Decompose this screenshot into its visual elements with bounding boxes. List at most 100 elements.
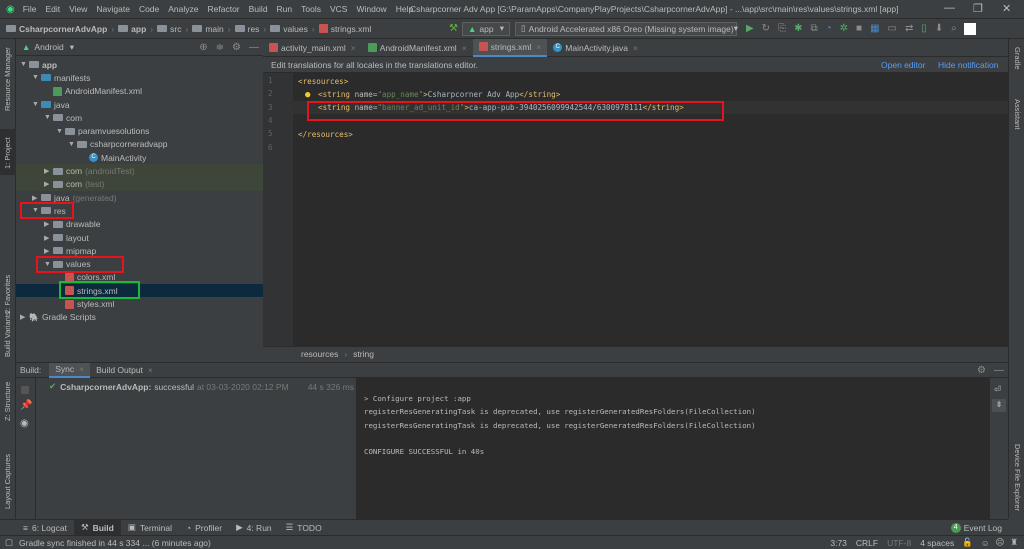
breadcrumb-item[interactable]: values xyxy=(283,24,308,34)
build-gear-icon[interactable]: ⚙ xyxy=(977,365,986,376)
tree-item[interactable]: ▼ paramvuesolutions xyxy=(16,125,263,138)
menu-edit[interactable]: Edit xyxy=(45,4,60,14)
breadcrumb-item[interactable]: app xyxy=(131,24,146,34)
hide-notification-link[interactable]: Hide notification xyxy=(938,60,998,70)
collapsed-arrow-icon[interactable]: ▶ xyxy=(44,180,53,188)
close-window-button[interactable]: ✕ xyxy=(1002,2,1011,15)
run-icon[interactable]: ▶ xyxy=(746,23,754,34)
bottom-tab-logcat[interactable]: ≡ 6: Logcat xyxy=(16,520,74,536)
gradle-tab[interactable]: Gradle xyxy=(1013,47,1022,70)
expanded-arrow-icon[interactable]: ▼ xyxy=(44,114,53,121)
bottom-tab-terminal[interactable]: ▣ Terminal xyxy=(121,520,179,536)
menu-file[interactable]: File xyxy=(23,4,37,14)
collapsed-arrow-icon[interactable]: ▶ xyxy=(20,313,29,321)
caret-position[interactable]: 3:73 xyxy=(830,538,847,548)
tree-item[interactable]: ▶ layout xyxy=(16,231,263,244)
build-hide-icon[interactable]: — xyxy=(994,365,1004,376)
menu-navigate[interactable]: Navigate xyxy=(96,4,130,14)
indent-setting[interactable]: 4 spaces xyxy=(920,538,954,548)
user-avatar[interactable] xyxy=(963,22,976,35)
menu-analyze[interactable]: Analyze xyxy=(168,4,198,14)
tree-item[interactable]: ▶ com (androidTest) xyxy=(16,164,263,178)
filter-eye-icon[interactable]: ◉ xyxy=(20,418,29,429)
gear-icon[interactable]: ⚙ xyxy=(232,42,241,53)
maximize-button[interactable]: ❐ xyxy=(973,2,983,15)
editor-tab[interactable]: C MainActivity.java × xyxy=(547,39,644,57)
apply-changes-icon[interactable]: ↻ xyxy=(762,23,770,34)
tree-item[interactable]: ▶ 🐘 Gradle Scripts xyxy=(16,311,263,324)
tree-item[interactable]: C MainActivity xyxy=(16,151,263,164)
menu-view[interactable]: View xyxy=(69,4,87,14)
bottom-tab-build[interactable]: ⚒ Build xyxy=(73,519,121,536)
status-message[interactable]: Gradle sync finished in 44 s 334 ... (6 … xyxy=(19,538,211,548)
debug-icon[interactable]: ✱ xyxy=(794,23,802,34)
expanded-arrow-icon[interactable]: ▼ xyxy=(56,128,65,135)
run-config-select[interactable]: ▲ app ▾ xyxy=(461,21,510,36)
tab-sync[interactable]: Sync × xyxy=(49,362,91,378)
tree-item[interactable]: ▶ drawable xyxy=(16,218,263,231)
happy-feedback-icon[interactable]: ☺ xyxy=(981,538,990,548)
sad-feedback-icon[interactable]: ☹ xyxy=(996,537,1005,548)
tree-item[interactable]: AndroidManifest.xml xyxy=(16,85,263,98)
breadcrumb-item[interactable]: res xyxy=(248,24,260,34)
sync-result-row[interactable]: ✔ CsharpcornerAdvApp: successful at 03-0… xyxy=(49,381,354,392)
expanded-arrow-icon[interactable]: ▼ xyxy=(68,141,77,148)
hammer-build-icon[interactable]: ⚒ xyxy=(449,23,458,34)
expanded-arrow-icon[interactable]: ▼ xyxy=(32,74,41,81)
file-encoding[interactable]: UTF-8 xyxy=(887,538,911,548)
toggle-tool-windows-icon[interactable]: ▢ xyxy=(5,537,13,548)
editor-tab[interactable]: activity_main.xml × xyxy=(263,39,362,57)
menu-refactor[interactable]: Refactor xyxy=(208,4,240,14)
expanded-arrow-icon[interactable]: ▼ xyxy=(20,61,29,68)
device-select[interactable]: ▯ Android Accelerated x86 Oreo (Missing s… xyxy=(514,21,738,36)
stop-build-icon[interactable] xyxy=(21,386,29,394)
code-editor[interactable]: 1 2 3 4 5 6 <resources> ● <string name="app_n… xyxy=(263,73,1008,346)
tree-item[interactable]: ▼ csharpcorneradvapp xyxy=(16,138,263,151)
event-log-button[interactable]: 4 Event Log xyxy=(950,522,1002,533)
bottom-tab-run[interactable]: ▶ 4: Run xyxy=(229,520,279,536)
breadcrumb-item[interactable]: CsharpcornerAdvApp xyxy=(19,24,107,34)
tree-item[interactable]: ▼ app xyxy=(16,58,263,71)
collapsed-arrow-icon[interactable]: ▶ xyxy=(44,234,53,242)
breadcrumb-item[interactable]: src xyxy=(170,24,181,34)
menu-code[interactable]: Code xyxy=(139,4,159,14)
collapsed-arrow-icon[interactable]: ▶ xyxy=(32,194,41,202)
inspector-icon[interactable]: ♜ xyxy=(1010,537,1018,548)
breadcrumb-item[interactable]: main xyxy=(205,24,223,34)
expanded-arrow-icon[interactable]: ▼ xyxy=(32,101,41,108)
lock-icon[interactable]: 🔓 xyxy=(962,537,973,548)
menu-vcs[interactable]: VCS xyxy=(330,4,347,14)
tree-item[interactable]: ▼ com xyxy=(16,111,263,124)
sync-gradle-icon[interactable]: ⇄ xyxy=(905,23,913,34)
profile-icon[interactable]: ◔ xyxy=(826,23,832,34)
close-tab-icon[interactable]: × xyxy=(633,43,638,53)
editor-tab[interactable]: strings.xml × xyxy=(472,38,548,57)
project-tab[interactable]: 1: Project xyxy=(3,137,12,169)
tab-build-output[interactable]: Build Output × xyxy=(90,363,159,378)
collapse-all-icon[interactable]: ≑ xyxy=(216,42,224,53)
tree-item[interactable]: ▶ com (test) xyxy=(16,177,263,191)
minimize-button[interactable]: — xyxy=(944,2,955,14)
close-tab-icon[interactable]: × xyxy=(462,43,467,53)
coverage-icon[interactable]: ✲ xyxy=(840,23,848,34)
build-variants-tab[interactable]: Build Variants xyxy=(3,311,12,357)
project-view-select[interactable]: Android xyxy=(34,42,63,52)
tree-item[interactable]: styles.xml xyxy=(16,297,263,310)
hide-panel-icon[interactable]: — xyxy=(249,42,259,53)
close-tab-icon[interactable]: × xyxy=(536,42,541,52)
breadcrumb-item[interactable]: strings.xml xyxy=(331,24,372,34)
menu-build[interactable]: Build xyxy=(249,4,268,14)
lightbulb-icon[interactable]: ● xyxy=(305,90,310,100)
close-tab-icon[interactable]: × xyxy=(351,43,356,53)
build-console[interactable]: > Configure project :app registerResGener… xyxy=(356,378,990,519)
crumb-resources[interactable]: resources xyxy=(301,349,338,359)
menu-run[interactable]: Run xyxy=(277,4,293,14)
sdk-manager-icon[interactable]: ⬇ xyxy=(935,23,943,34)
tree-item[interactable]: ▼ java xyxy=(16,98,263,111)
bottom-tab-todo[interactable]: ☰ TODO xyxy=(279,520,329,536)
device-file-explorer-tab[interactable]: Device File Explorer xyxy=(1013,444,1022,511)
apply-code-icon[interactable]: ⎘ xyxy=(778,23,786,34)
assistant-tab[interactable]: Assistant xyxy=(1013,99,1022,129)
collapsed-arrow-icon[interactable]: ▶ xyxy=(44,220,53,228)
editor-tab[interactable]: AndroidManifest.xml × xyxy=(362,39,473,57)
